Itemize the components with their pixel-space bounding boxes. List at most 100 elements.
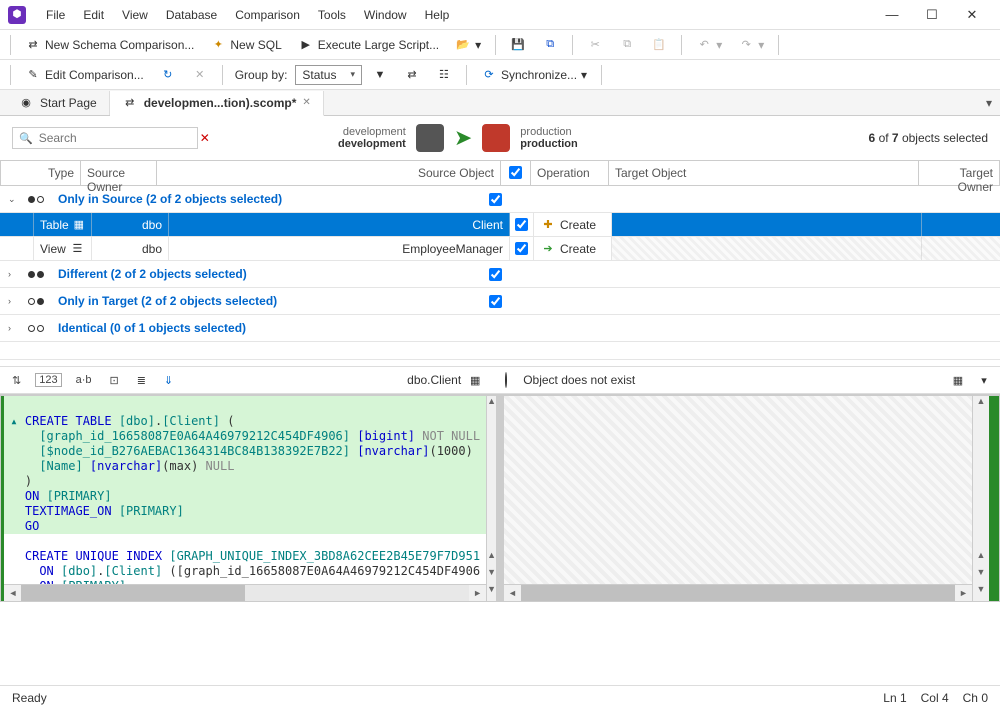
db-diagram: development development ➤ production pro… [338,124,578,152]
columns-button[interactable]: ☷ [430,64,458,86]
group-checkbox[interactable] [489,268,502,281]
table-row[interactable]: Table▦ dbo Client ✚Create [0,213,1000,237]
target-pane: ◄► ▲▲▼▼ [503,395,1000,602]
minimize-button[interactable]: — [880,7,904,23]
target-db-icon [482,124,510,152]
source-code[interactable]: ▴ CREATE TABLE [dbo].[Client] ( [graph_i… [4,396,486,584]
col-target-object[interactable]: Target Object [609,161,919,185]
options-dropdown[interactable]: ▾ [976,372,992,388]
menu-view[interactable]: View [114,4,156,26]
diff-btn-2[interactable]: 123 [35,373,61,387]
source-pane: ▴ CREATE TABLE [dbo].[Client] ( [graph_i… [0,395,497,602]
close-button[interactable]: ✕ [960,7,984,23]
row-object: EmployeeManager [169,237,510,260]
col-source-object[interactable]: Source Object [157,161,501,185]
v-scrollbar[interactable]: ▲▲▼▼ [486,396,496,601]
close-tab-button[interactable]: ✕ [302,97,310,108]
status-bar: Ready Ln 1 Col 4 Ch 0 [0,685,1000,709]
create-icon: ✚ [540,217,556,233]
menu-comparison[interactable]: Comparison [227,4,308,26]
tabs-overflow[interactable]: ▾ [986,96,1000,110]
execute-icon: ▶ [298,37,314,53]
search-box: 🔍 ✕ [12,127,198,149]
save-button[interactable]: 💾 [504,34,532,56]
diff-btn-5[interactable]: ≣ [133,372,150,389]
redo-button[interactable]: ↷▾ [732,34,770,56]
clear-search-button[interactable]: ✕ [200,131,210,145]
compare-icon: ⇄ [122,95,138,111]
table-row[interactable]: View☰ dbo EmployeeManager ➔Create [0,237,1000,261]
menu-help[interactable]: Help [417,4,458,26]
refresh-button[interactable]: ↻ [154,64,182,86]
execute-script-button[interactable]: ▶ Execute Large Script... [292,34,445,56]
diff-btn-4[interactable]: ⊡ [105,372,122,389]
paste-button[interactable]: 📋 [645,34,673,56]
grid-icon[interactable]: ▦ [950,372,966,388]
synchronize-button[interactable]: ⟳ Synchronize...▾ [475,64,593,86]
h-scrollbar[interactable]: ◄► [4,584,486,601]
save-all-button[interactable]: ⧉ [536,34,564,56]
col-checkbox[interactable] [501,161,531,185]
status-text: Ready [12,691,47,705]
document-tabs: ◉ Start Page ⇄ developmen...tion).scomp*… [0,90,1000,116]
status-line: Ln 1 [883,691,906,705]
row-owner: dbo [92,237,169,260]
sync-icon: ⟳ [481,67,497,83]
expand-icon[interactable]: › [8,296,20,306]
group-only-in-target[interactable]: › Only in Target (2 of 2 objects selecte… [0,288,1000,315]
group-label: Only in Target (2 of 2 objects selected) [58,294,277,308]
new-sql-button[interactable]: ✦ New SQL [204,34,287,56]
menubar: ⬢ File Edit View Database Comparison Too… [0,0,1000,30]
group-identical[interactable]: › Identical (0 of 1 objects selected) [0,315,1000,342]
collapse-icon[interactable]: ⌄ [8,194,20,205]
diff-btn-1[interactable]: ⇅ [8,372,25,389]
filter-button[interactable]: ▼ [366,64,394,86]
col-source-owner[interactable]: Source Owner [81,161,157,185]
group-checkbox[interactable] [489,193,502,206]
undo-button[interactable]: ↶▾ [690,34,728,56]
target-object-status: Object does not exist [523,373,635,387]
col-type[interactable]: Type [1,161,81,185]
row-checkbox[interactable] [515,218,528,231]
diff-btn-3[interactable]: a·b [72,372,96,388]
group-label: Identical (0 of 1 objects selected) [58,321,246,335]
create-icon: ➔ [540,241,556,257]
home-icon: ◉ [18,95,34,111]
menu-edit[interactable]: Edit [75,4,112,26]
h-scrollbar[interactable]: ◄► [504,584,972,601]
stop-button[interactable]: ✕ [186,64,214,86]
edit-comparison-button[interactable]: ✎ Edit Comparison... [19,64,150,86]
groupby-select[interactable]: Status [295,65,362,85]
new-schema-comparison-button[interactable]: ⇄ New Schema Comparison... [19,34,200,56]
expand-icon[interactable]: › [8,269,20,279]
v-scrollbar[interactable]: ▲▲▼▼ [972,396,989,601]
diff-btn-6[interactable]: ⇓ [160,372,177,389]
target-empty [504,396,972,584]
group-different[interactable]: › Different (2 of 2 objects selected) [0,261,1000,288]
expand-icon[interactable]: › [8,323,20,333]
compare-header: 🔍 ✕ development development ➤ production… [0,116,1000,160]
group-only-in-source[interactable]: ⌄ Only in Source (2 of 2 objects selecte… [0,186,1000,213]
maximize-button[interactable]: ☐ [920,7,944,23]
window-controls: — ☐ ✕ [880,7,992,23]
row-object: Client [169,213,510,236]
tab-comparison[interactable]: ⇄ developmen...tion).scomp* ✕ [110,91,324,116]
group-checkbox[interactable] [489,295,502,308]
open-dropdown[interactable]: 📂▾ [449,34,487,56]
menu-tools[interactable]: Tools [310,4,354,26]
search-input[interactable] [39,130,194,146]
menu-window[interactable]: Window [356,4,415,26]
selection-info: 6 of 7 objects selected [869,131,988,145]
tab-start-page[interactable]: ◉ Start Page [6,91,110,115]
cut-button[interactable]: ✂ [581,34,609,56]
row-checkbox[interactable] [515,242,528,255]
col-operation[interactable]: Operation [531,161,609,185]
copy-button[interactable]: ⧉ [613,34,641,56]
menu-database[interactable]: Database [158,4,225,26]
diff-panes: ▴ CREATE TABLE [dbo].[Client] ( [graph_i… [0,394,1000,602]
menu-file[interactable]: File [38,4,73,26]
diff-gutter [989,396,999,601]
col-target-owner[interactable]: Target Owner [919,161,999,185]
swap-button[interactable]: ⇄ [398,64,426,86]
arrow-icon: ➤ [454,125,472,151]
